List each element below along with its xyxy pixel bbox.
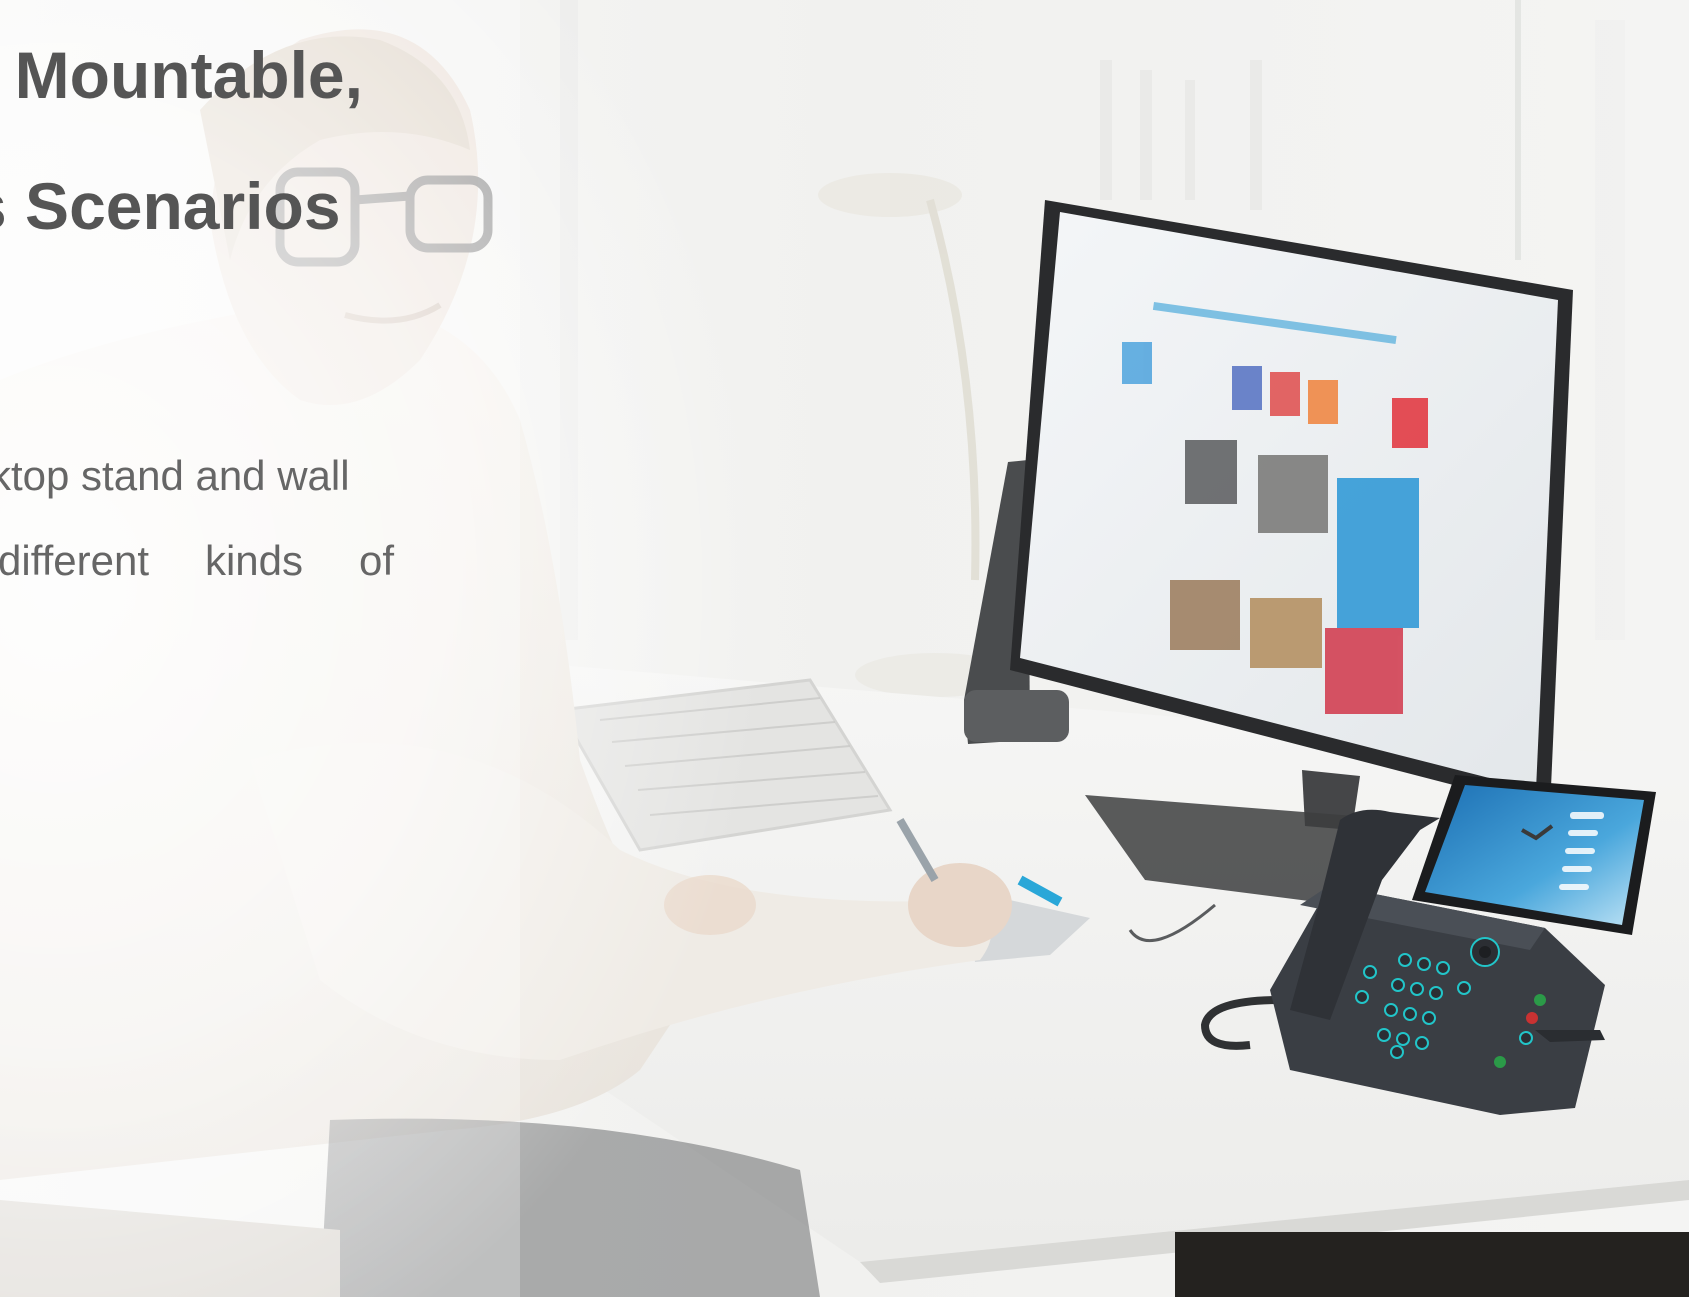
- headline-line-2: s Scenarios: [0, 169, 341, 243]
- headline-line-1: l Mountable,: [0, 38, 363, 112]
- hero-text-block: l Mountable, s Scenarios ktop stand and …: [0, 0, 520, 700]
- body-text-line-1: ktop stand and wall: [0, 452, 350, 499]
- body-text-line-2: different kinds of: [0, 537, 394, 584]
